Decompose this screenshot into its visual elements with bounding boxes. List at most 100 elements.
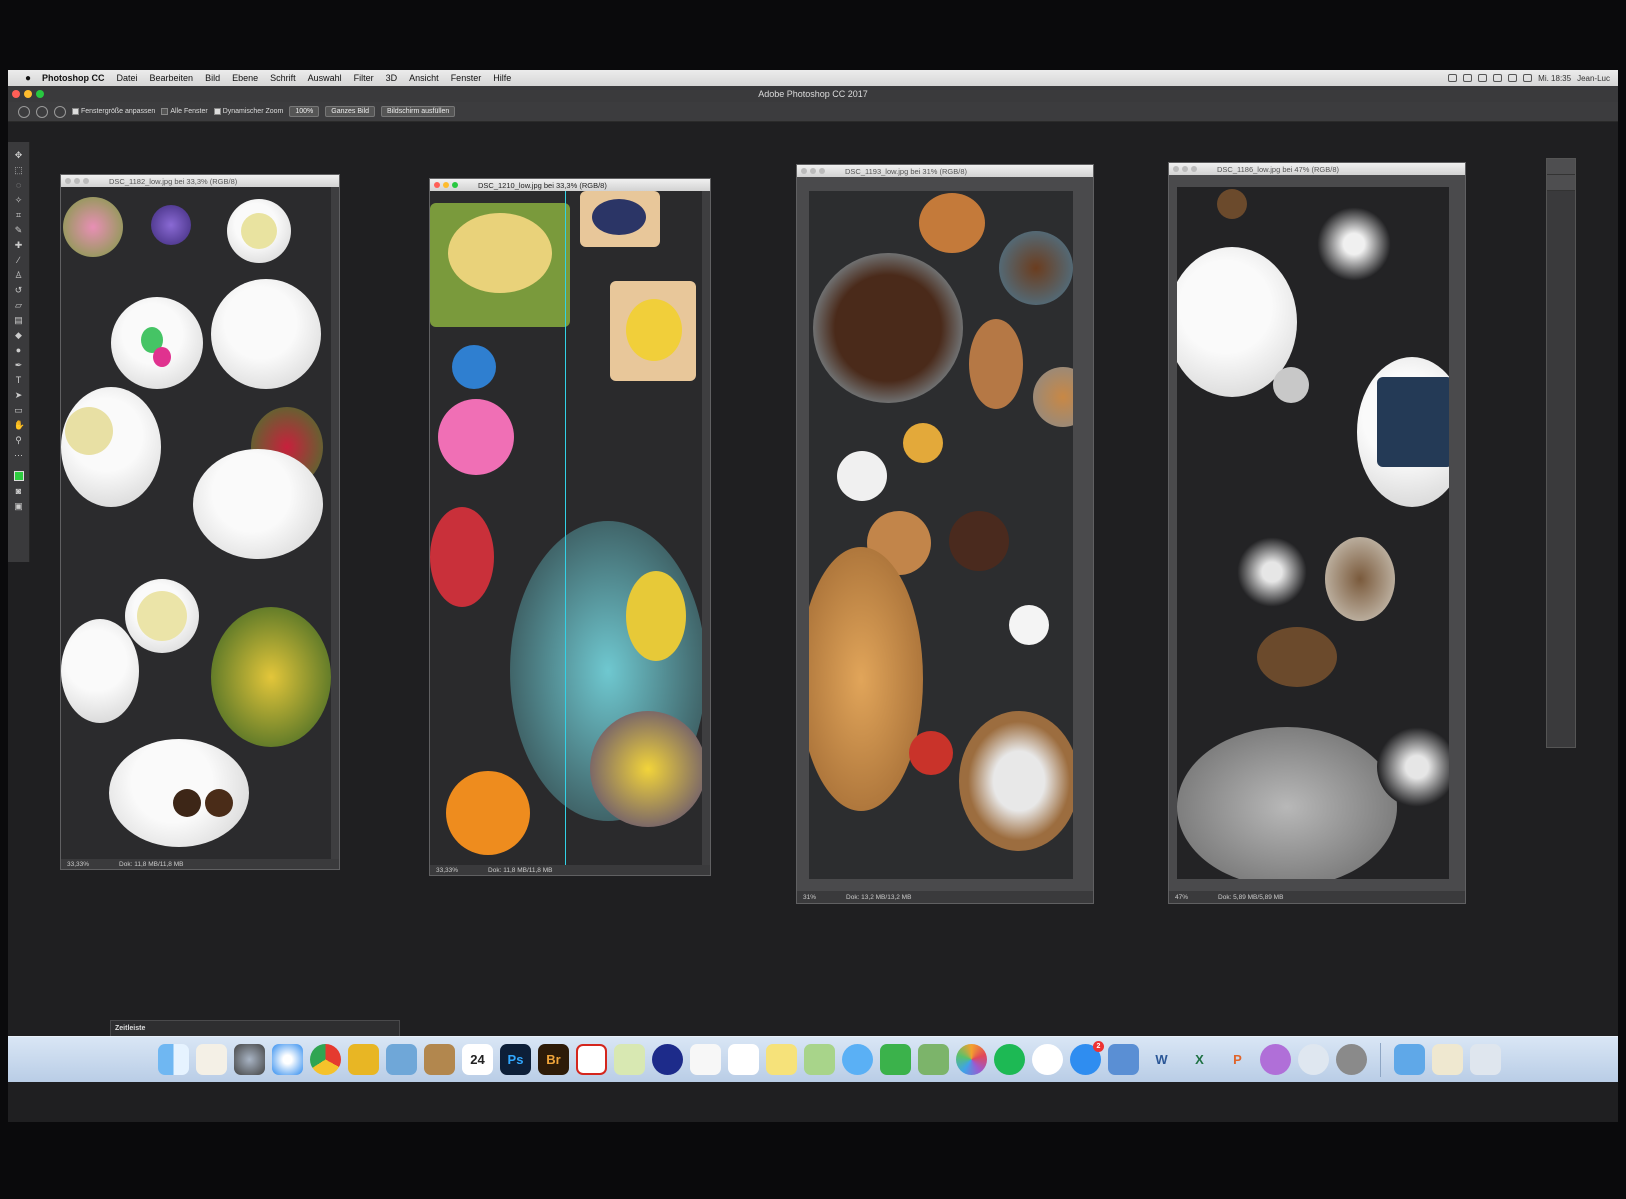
- document-1-scrollbar[interactable]: [331, 187, 339, 859]
- maps-dock-icon[interactable]: [804, 1044, 835, 1075]
- doc-size[interactable]: Dok: 11,8 MB/11,8 MB: [488, 867, 552, 874]
- document-window-2[interactable]: DSC_1210_low.jpg bei 33,3% (RGB/8) 33,33…: [429, 178, 711, 876]
- magic-wand-tool-icon[interactable]: ✧: [14, 195, 24, 205]
- app-store-dock-icon[interactable]: 2: [1070, 1041, 1104, 1075]
- dodge-tool-icon[interactable]: ●: [14, 345, 24, 355]
- brush-tool-icon[interactable]: ∕: [14, 255, 24, 265]
- screen-mode-icon[interactable]: ▣: [14, 501, 24, 511]
- reminders-dock-icon[interactable]: [728, 1044, 759, 1075]
- notes-dock-icon[interactable]: [196, 1044, 227, 1075]
- word-dock-icon[interactable]: W: [1146, 1044, 1177, 1075]
- clock[interactable]: Mi. 18:35: [1538, 74, 1571, 83]
- document-4-tab[interactable]: DSC_1186_low.jpg bei 47% (RGB/8): [1169, 163, 1465, 175]
- wifi-icon[interactable]: [1508, 74, 1518, 82]
- menu-ansicht[interactable]: Ansicht: [403, 73, 445, 83]
- photoshop-dock-icon[interactable]: Ps: [500, 1044, 531, 1075]
- app-box-dock-icon[interactable]: [1108, 1044, 1139, 1075]
- document-1-tab[interactable]: DSC_1182_low.jpg bei 33,3% (RGB/8): [61, 175, 339, 187]
- messages-dock-icon[interactable]: [842, 1044, 873, 1075]
- fill-screen-button[interactable]: Bildschirm ausfüllen: [381, 106, 456, 117]
- close-dot[interactable]: [434, 182, 440, 188]
- resize-windows-checkbox[interactable]: Fenstergröße anpassen: [72, 108, 155, 115]
- menu-hilfe[interactable]: Hilfe: [487, 73, 517, 83]
- doc-size[interactable]: Dok: 5,89 MB/5,89 MB: [1218, 894, 1283, 901]
- eyedropper-tool-icon[interactable]: ✎: [14, 225, 24, 235]
- zoom-tool-active-icon[interactable]: ⚲: [14, 435, 24, 445]
- creative-cloud-icon[interactable]: [1448, 74, 1458, 82]
- layers-panel-collapsed[interactable]: [1546, 158, 1576, 748]
- dot[interactable]: [801, 168, 807, 174]
- stamp-tool-icon[interactable]: ♙: [14, 270, 24, 280]
- document-2-tab[interactable]: DSC_1210_low.jpg bei 33,3% (RGB/8): [430, 179, 710, 191]
- zoom-out-icon[interactable]: [54, 105, 66, 118]
- menu-schrift[interactable]: Schrift: [264, 73, 302, 83]
- chrome-dock-icon[interactable]: [310, 1044, 341, 1075]
- excel-dock-icon[interactable]: X: [1184, 1044, 1215, 1075]
- dot[interactable]: [65, 178, 71, 184]
- panel-tab[interactable]: [1547, 175, 1575, 191]
- type-tool-icon[interactable]: T: [14, 375, 24, 385]
- menu-ebene[interactable]: Ebene: [226, 73, 264, 83]
- stickies-dock-icon[interactable]: [766, 1044, 797, 1075]
- menu-app[interactable]: Photoshop CC: [36, 73, 111, 83]
- document-3-canvas[interactable]: [809, 191, 1073, 879]
- calendar-dock-icon[interactable]: 24: [462, 1044, 493, 1075]
- dot[interactable]: [1191, 166, 1197, 172]
- minimize-window-button[interactable]: [24, 90, 32, 98]
- powerpoint-dock-icon[interactable]: P: [1222, 1044, 1253, 1075]
- dot[interactable]: [1173, 166, 1179, 172]
- shape-tool-icon[interactable]: ▭: [14, 405, 24, 415]
- itunes-dock-icon[interactable]: [1032, 1044, 1063, 1075]
- blur-tool-icon[interactable]: ◆: [14, 330, 24, 340]
- documents-stack-dock-icon[interactable]: [1432, 1044, 1463, 1075]
- move-tool-icon[interactable]: ✥: [14, 150, 24, 160]
- document-1-canvas[interactable]: [61, 187, 331, 859]
- gradient-tool-icon[interactable]: ▤: [14, 315, 24, 325]
- finder-dock-icon[interactable]: [158, 1044, 189, 1075]
- dropbox-icon[interactable]: [1463, 74, 1473, 82]
- contacts-dock-icon[interactable]: [424, 1044, 455, 1075]
- guide-line[interactable]: [565, 191, 566, 865]
- all-windows-checkbox[interactable]: Alle Fenster: [161, 108, 208, 115]
- menu-auswahl[interactable]: Auswahl: [302, 73, 348, 83]
- app-s-dock-icon[interactable]: [652, 1044, 683, 1075]
- document-2-canvas[interactable]: [430, 191, 702, 865]
- panel-tab[interactable]: [1547, 159, 1575, 175]
- dot[interactable]: [83, 178, 89, 184]
- menu-datei[interactable]: Datei: [111, 73, 144, 83]
- dot[interactable]: [74, 178, 80, 184]
- zoom-100-button[interactable]: 100%: [289, 106, 320, 117]
- bridge-dock-icon[interactable]: Br: [538, 1044, 569, 1075]
- document-window-4[interactable]: DSC_1186_low.jpg bei 47% (RGB/8) 47% Dok…: [1168, 162, 1466, 904]
- scrubby-zoom-checkbox[interactable]: Dynamischer Zoom: [213, 108, 283, 115]
- acrobat-dock-icon[interactable]: [576, 1044, 607, 1075]
- preview-dock-icon[interactable]: [386, 1044, 417, 1075]
- system-prefs-dock-icon[interactable]: [1336, 1044, 1367, 1075]
- zoom-window-button[interactable]: [36, 90, 44, 98]
- document-window-3[interactable]: DSC_1193_low.jpg bei 31% (RGB/8) 31% Dok…: [796, 164, 1094, 904]
- app-a-dock-icon[interactable]: [614, 1044, 645, 1075]
- zoom-dot[interactable]: [452, 182, 458, 188]
- crop-tool-icon[interactable]: ⌗: [14, 210, 24, 220]
- doc-size[interactable]: Dok: 13,2 MB/13,2 MB: [846, 894, 911, 901]
- downloads-folder-dock-icon[interactable]: [1394, 1044, 1425, 1075]
- battery-icon[interactable]: [1523, 74, 1533, 82]
- hand-tool-icon[interactable]: ✋: [14, 420, 25, 430]
- eraser-tool-icon[interactable]: ▱: [14, 300, 24, 310]
- apple-menu-icon[interactable]: ●: [20, 73, 36, 84]
- user-name[interactable]: Jean-Luc: [1577, 74, 1610, 83]
- fit-screen-button[interactable]: Ganzes Bild: [325, 106, 376, 117]
- menu-fenster[interactable]: Fenster: [445, 73, 488, 83]
- document-3-tab[interactable]: DSC_1193_low.jpg bei 31% (RGB/8): [797, 165, 1093, 177]
- spotify-dock-icon[interactable]: [994, 1044, 1025, 1075]
- dot[interactable]: [1182, 166, 1188, 172]
- document-4-canvas[interactable]: [1177, 187, 1449, 879]
- menu-bild[interactable]: Bild: [199, 73, 226, 83]
- transmit-dock-icon[interactable]: [348, 1044, 379, 1075]
- trash-dock-icon[interactable]: [1470, 1044, 1501, 1075]
- zoom-tool-icon[interactable]: [18, 105, 30, 118]
- close-window-button[interactable]: [12, 90, 20, 98]
- safari-dock-icon[interactable]: [272, 1044, 303, 1075]
- printer-icon[interactable]: [1478, 74, 1488, 82]
- onenote-dock-icon[interactable]: [1260, 1044, 1291, 1075]
